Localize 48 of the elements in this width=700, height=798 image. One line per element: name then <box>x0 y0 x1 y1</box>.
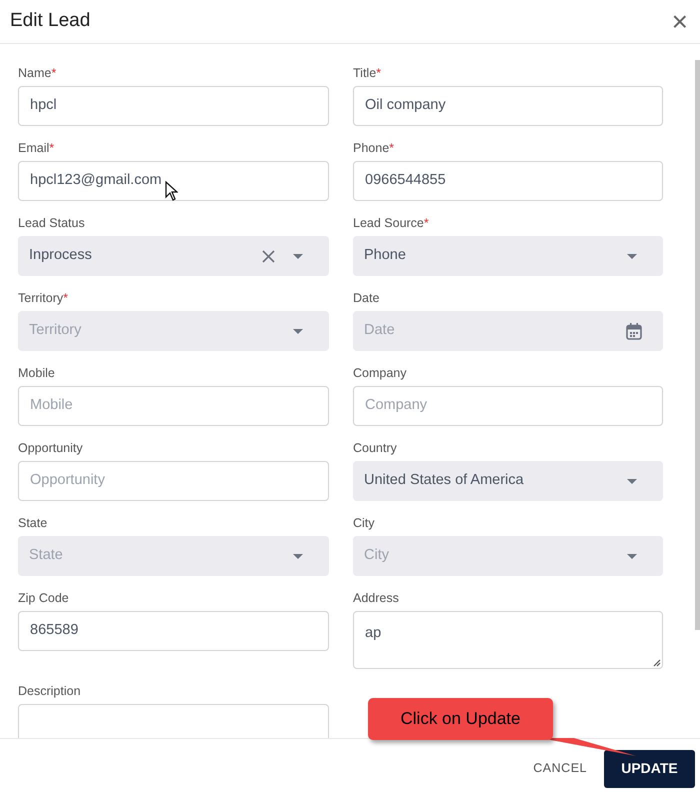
field-label: Mobile <box>18 365 55 381</box>
calendar-icon[interactable] <box>626 322 642 340</box>
field-label: Country <box>353 440 397 456</box>
select-field[interactable]: Inprocess <box>18 236 329 276</box>
field-label: Address <box>353 590 399 606</box>
input-field[interactable]: 0966544855 <box>353 161 663 201</box>
required-asterisk: * <box>63 290 68 306</box>
field-label: Description <box>18 683 81 699</box>
field-label: State <box>18 515 48 531</box>
field-label: City <box>353 515 375 531</box>
required-asterisk: * <box>389 140 394 156</box>
field-label: Opportunity <box>18 440 83 456</box>
dropdown-caret-icon[interactable] <box>293 554 303 558</box>
callout: Click on Update <box>368 698 553 740</box>
input-field[interactable]: 865589 <box>18 611 329 651</box>
dropdown-caret-icon[interactable] <box>627 554 637 558</box>
input-field[interactable]: hpcl <box>18 86 329 126</box>
field-label: Lead Status <box>18 215 85 231</box>
dropdown-caret-icon[interactable] <box>627 254 637 258</box>
dropdown-caret-icon[interactable] <box>293 328 303 334</box>
field-label: Company <box>353 365 406 381</box>
field-label: Zip Code <box>18 590 69 606</box>
select-field[interactable]: Phone <box>353 236 663 276</box>
dropdown-caret-icon[interactable] <box>293 254 303 258</box>
cancel-button[interactable]: CANCEL <box>533 759 587 778</box>
input-field[interactable]: hpcl123@gmail.com <box>18 161 329 201</box>
resize-handle-icon[interactable] <box>653 659 661 667</box>
field-label: Lead Source <box>353 215 424 231</box>
required-asterisk: * <box>49 140 54 156</box>
select-field[interactable]: United States of America <box>353 461 663 501</box>
required-asterisk: * <box>376 65 382 81</box>
field-label: Phone <box>353 140 390 156</box>
field-label: Title <box>353 65 376 81</box>
mouse-cursor-icon <box>165 181 178 201</box>
text-area[interactable]: ap <box>353 611 663 669</box>
field-label: Date <box>353 290 380 306</box>
scrollbar[interactable] <box>695 60 700 630</box>
input-field[interactable]: Oil company <box>353 86 663 126</box>
close-button[interactable]: × <box>672 8 688 36</box>
field-label: Name <box>18 65 52 81</box>
dropdown-caret-icon[interactable] <box>627 478 637 484</box>
update-button[interactable]: UPDATE <box>604 750 695 788</box>
required-asterisk: * <box>51 65 56 81</box>
dialog-title: Edit Lead <box>10 9 90 34</box>
field-label: Email <box>18 140 50 156</box>
required-asterisk: * <box>424 215 429 231</box>
field-label: Territory <box>18 290 64 306</box>
clear-icon[interactable] <box>262 250 275 262</box>
